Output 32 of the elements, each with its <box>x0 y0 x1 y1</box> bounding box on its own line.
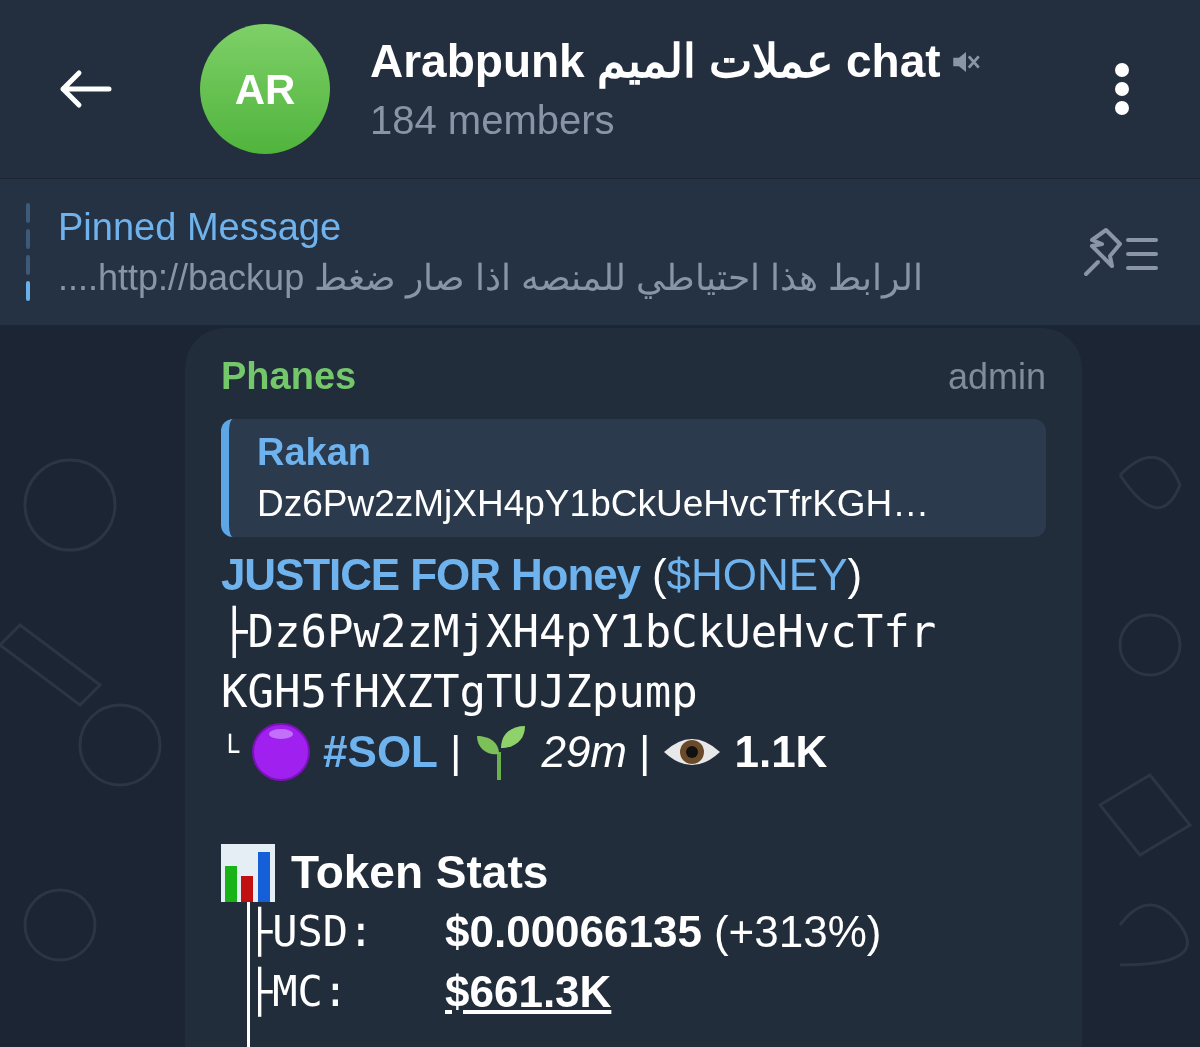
back-arrow-icon <box>59 69 113 109</box>
view-count: 1.1K <box>734 726 828 779</box>
chat-title: Arabpunk عملات الميم chat <box>370 34 941 91</box>
stats-value: $0.00066135 <box>445 905 702 958</box>
reply-quote[interactable]: Rakan Dz6Pw2zMjXH4pY1bCkUeHvcTfrKGH… <box>221 419 1046 537</box>
pin-list-icon <box>1082 226 1160 278</box>
more-menu-icon <box>1114 62 1130 116</box>
bar-chart-icon <box>221 843 275 902</box>
reply-text: Dz6Pw2zMjXH4pY1bCkUeHvcTfrKGH… <box>257 481 931 526</box>
chain-hashtag[interactable]: #SOL <box>323 724 438 780</box>
market-cap-link[interactable]: $661.3K <box>445 958 612 1025</box>
round-dot-icon <box>251 721 312 782</box>
tree-branch: └ <box>221 733 240 771</box>
reply-author: Rakan <box>257 430 373 475</box>
stats-label: ├USD: <box>247 905 375 959</box>
stats-heading: Token Stats <box>291 845 549 900</box>
separator-text: | <box>450 726 462 779</box>
contract-address: KGH5fHXZTgTUJZpump <box>221 664 699 719</box>
paren-text: ) <box>847 548 863 601</box>
ticker-link[interactable]: $HONEY <box>666 546 848 602</box>
token-name-link[interactable]: JUSTICE FOR Honey <box>221 546 640 602</box>
paren-text: ( <box>651 548 667 601</box>
contract-address: ├Dz6Pw2zMjXH4pY1bCkUeHvcTfr <box>221 604 938 660</box>
sender-role: admin <box>947 355 1046 399</box>
pinned-label: Pinned Message <box>58 204 343 250</box>
price-change: (+313%) <box>713 905 882 958</box>
sender-name[interactable]: Phanes <box>221 348 357 405</box>
separator-text: | <box>639 726 651 779</box>
member-count: 184 members <box>370 96 616 144</box>
stats-label: ├MC: <box>247 965 350 1019</box>
pinned-text: الرابط هذا احتياطي للمنصه اذا صار ضغط http://backup.... <box>58 256 925 301</box>
age-text: 29m <box>541 726 627 779</box>
